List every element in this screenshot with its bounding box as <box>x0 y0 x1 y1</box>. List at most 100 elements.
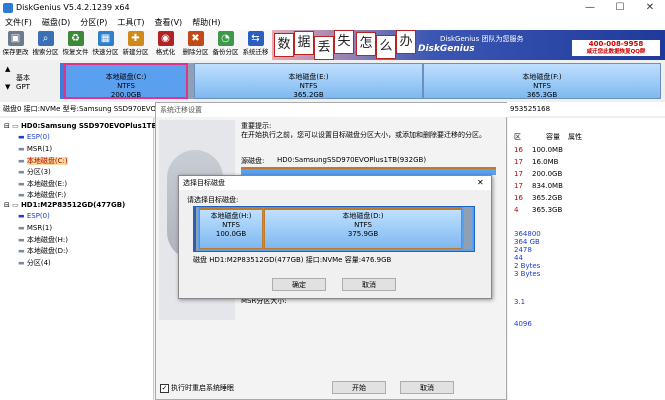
table-cell-num: 16 <box>514 146 523 154</box>
banner-qq-group: 咸迁您此数据恢复QQ群 <box>586 49 646 55</box>
menu-file[interactable]: 文件(F) <box>0 16 37 30</box>
toolbar-button-backup-partition[interactable]: ◔ 备份分区 <box>212 31 239 59</box>
partition-c-segment[interactable]: 本地磁盘(C:) NTFS 200.0GB <box>64 63 188 99</box>
new-partition-icon: ✚ <box>127 31 144 46</box>
toolbar-button-system-migration[interactable]: ⇆ 系统迁移 <box>242 31 269 59</box>
target-partition-h-name: 本地磁盘(H:) <box>210 212 252 220</box>
disk-up-arrow-icon[interactable]: ▲ <box>5 63 13 75</box>
partition-c-size: 200.0GB <box>110 91 142 99</box>
tree-node-label: MSR(1) <box>26 223 53 232</box>
disk-nav-arrows[interactable]: ▲ ▼ <box>5 63 13 99</box>
disk-basic-label: 基本 <box>16 74 30 82</box>
tree-partition-node[interactable]: ▬ ESP(0) <box>18 212 50 220</box>
save-icon: ▣ <box>7 31 24 46</box>
minimize-button[interactable]: — <box>575 0 605 16</box>
toolbar-button-quick-partition[interactable]: ▦ 快速分区 <box>92 31 119 59</box>
tree-partition-node[interactable]: ▬ 本地磁盘(H:) <box>18 235 68 245</box>
menu-view[interactable]: 查看(V) <box>149 16 187 30</box>
target-partition-d-fs: NTFS <box>354 221 372 229</box>
target-partition-h-size: 100.0GB <box>215 230 247 238</box>
source-disk-name: HD0:SamsungSSD970EVOPlus1TB(932GB) <box>277 156 427 164</box>
target-msr-segment[interactable] <box>196 207 198 251</box>
target-partition-d[interactable]: 本地磁盘(D:) NTFS 375.9GB <box>264 207 462 249</box>
target-disk-bar[interactable]: 本地磁盘(H:) NTFS 100.0GB 本地磁盘(D:) NTFS 375.… <box>193 206 475 252</box>
tree-node-label: HD1:M2P83512GD(477GB) <box>20 201 126 210</box>
partition-f-size: 365.3GB <box>526 91 558 99</box>
tree-node-label: 本地磁盘(F:) <box>26 190 67 199</box>
col-header-attr[interactable]: 属性 <box>568 132 582 142</box>
toolbar-button-recover[interactable]: ♻ 恢复文件 <box>62 31 89 59</box>
promo-banner[interactable]: 数 据 丢 失 怎 么 办 DiskGenius 团队为您服务 DiskGeni… <box>272 30 665 60</box>
tree-partition-node[interactable]: ▬ 分区(3) <box>18 167 51 177</box>
toolbar-button-new-partition[interactable]: ✚ 新建分区 <box>122 31 149 59</box>
ok-button[interactable]: 确定 <box>272 278 326 291</box>
tree-disk-node[interactable]: ⊟ ▭ HD1:M2P83512GD(477GB) <box>4 201 125 209</box>
disk-property-value: 364800 <box>514 230 541 238</box>
app-icon <box>3 3 13 13</box>
partition-f-segment[interactable]: 本地磁盘(F:) NTFS 365.3GB <box>423 63 661 99</box>
select-dialog-title: 选择目标磁盘 <box>183 179 225 187</box>
partition-e-fs: NTFS <box>299 82 318 90</box>
partition-e-size: 365.2GB <box>293 91 324 99</box>
tree-partition-node[interactable]: ▬ 分区(4) <box>18 258 51 268</box>
collapse-icon[interactable]: ⊟ <box>4 122 12 130</box>
toolbar-button-format[interactable]: ◉ 格式化 <box>152 31 179 59</box>
target-partition-4[interactable] <box>464 207 472 249</box>
menu-help[interactable]: 帮助(H) <box>187 16 225 30</box>
target-partition-h[interactable]: 本地磁盘(H:) NTFS 100.0GB <box>199 207 263 249</box>
tree-node-label: 本地磁盘(E:) <box>26 179 68 188</box>
toolbar-button-search[interactable]: ⌕ 搜索分区 <box>32 31 59 59</box>
table-cell-size: 834.0MB <box>532 182 563 190</box>
banner-char-6: 么 <box>376 35 396 59</box>
disk-map: ▲ ▼ 基本 GPT 本地磁盘(C:) NTFS 200.0GB 本地磁盘(E:… <box>0 60 665 102</box>
toolbar-label: 系统迁移 <box>242 48 269 56</box>
disk-icon: ▭ <box>12 122 21 130</box>
tree-disk-node[interactable]: ⊟ ▭ HD0:Samsung SSD970EVOPlus1TB(93 <box>4 122 170 130</box>
disk-down-arrow-icon[interactable]: ▼ <box>5 81 13 93</box>
collapse-icon[interactable]: ⊟ <box>4 201 12 209</box>
banner-char-3: 丢 <box>314 36 334 60</box>
source-disk-bar[interactable] <box>241 167 496 175</box>
tree-partition-node[interactable]: ▬ ESP(0) <box>18 133 50 141</box>
col-header-num[interactable]: 区 <box>514 132 521 142</box>
partition-table: 区 容量 属性 16 100.0MB 17 16.0MB 17 200.0GB 17 834.… <box>508 118 665 400</box>
partition-icon: ▬ <box>18 156 27 165</box>
toolbar-button-delete-partition[interactable]: ✖ 删除分区 <box>182 31 209 59</box>
select-prompt: 请选择目标磁盘: <box>187 196 239 204</box>
partition-c-name: 本地磁盘(C:) <box>105 73 147 81</box>
target-partition-h-fs: NTFS <box>222 221 240 229</box>
close-button[interactable]: ✕ <box>635 0 665 16</box>
target-partition-d-name: 本地磁盘(D:) <box>342 212 384 220</box>
tree-partition-node[interactable]: ▬ 本地磁盘(C:) <box>18 156 68 166</box>
banner-brand: DiskGenius <box>418 44 475 54</box>
menu-disk[interactable]: 磁盘(D) <box>37 16 75 30</box>
tree-node-label: ESP(0) <box>26 212 50 221</box>
disk-type-label: 基本 GPT <box>16 74 30 92</box>
menu-partition[interactable]: 分区(P) <box>75 16 112 30</box>
migration-cancel-button[interactable]: 取消 <box>400 381 454 394</box>
select-target-disk-dialog: 选择目标磁盘 ✕ 请选择目标磁盘: 本地磁盘(H:) NTFS 100.0GB … <box>178 175 492 299</box>
target-disk-info: 磁盘 HD1:M2P83512GD(477GB) 接口:NVMe 容量:476.… <box>193 256 392 264</box>
tree-partition-node[interactable]: ▬ MSR(1) <box>18 145 52 153</box>
tree-partition-node[interactable]: ▬ 本地磁盘(F:) <box>18 190 66 200</box>
tree-partition-node[interactable]: ▬ MSR(1) <box>18 224 52 232</box>
select-dialog-close-button[interactable]: ✕ <box>477 176 484 190</box>
disk-icon: ▭ <box>12 201 21 210</box>
disk-property-value: 44 <box>514 254 523 262</box>
table-cell-num: 17 <box>514 170 523 178</box>
col-header-size[interactable]: 容量 <box>546 132 560 142</box>
table-cell-size: 16.0MB <box>532 158 559 166</box>
tree-partition-node[interactable]: ▬ 本地磁盘(E:) <box>18 179 67 189</box>
partition-e-segment[interactable]: 本地磁盘(E:) NTFS 365.2GB <box>194 63 423 99</box>
format-icon: ◉ <box>157 31 174 46</box>
menu-tools[interactable]: 工具(T) <box>112 16 149 30</box>
title-bar: DiskGenius V5.4.2.1239 x64 — ☐ ✕ <box>0 0 665 17</box>
maximize-button[interactable]: ☐ <box>605 0 635 16</box>
start-button[interactable]: 开始 <box>332 381 386 394</box>
toolbar-button-save[interactable]: ▣ 保存更改 <box>2 31 29 59</box>
select-cancel-button[interactable]: 取消 <box>342 278 396 291</box>
tree-partition-node[interactable]: ▬ 本地磁盘(D:) <box>18 246 68 256</box>
reboot-checkbox[interactable]: ✓ <box>160 384 169 393</box>
table-cell-size: 365.2GB <box>532 194 563 202</box>
source-disk-label: 源磁盘: <box>241 157 265 165</box>
